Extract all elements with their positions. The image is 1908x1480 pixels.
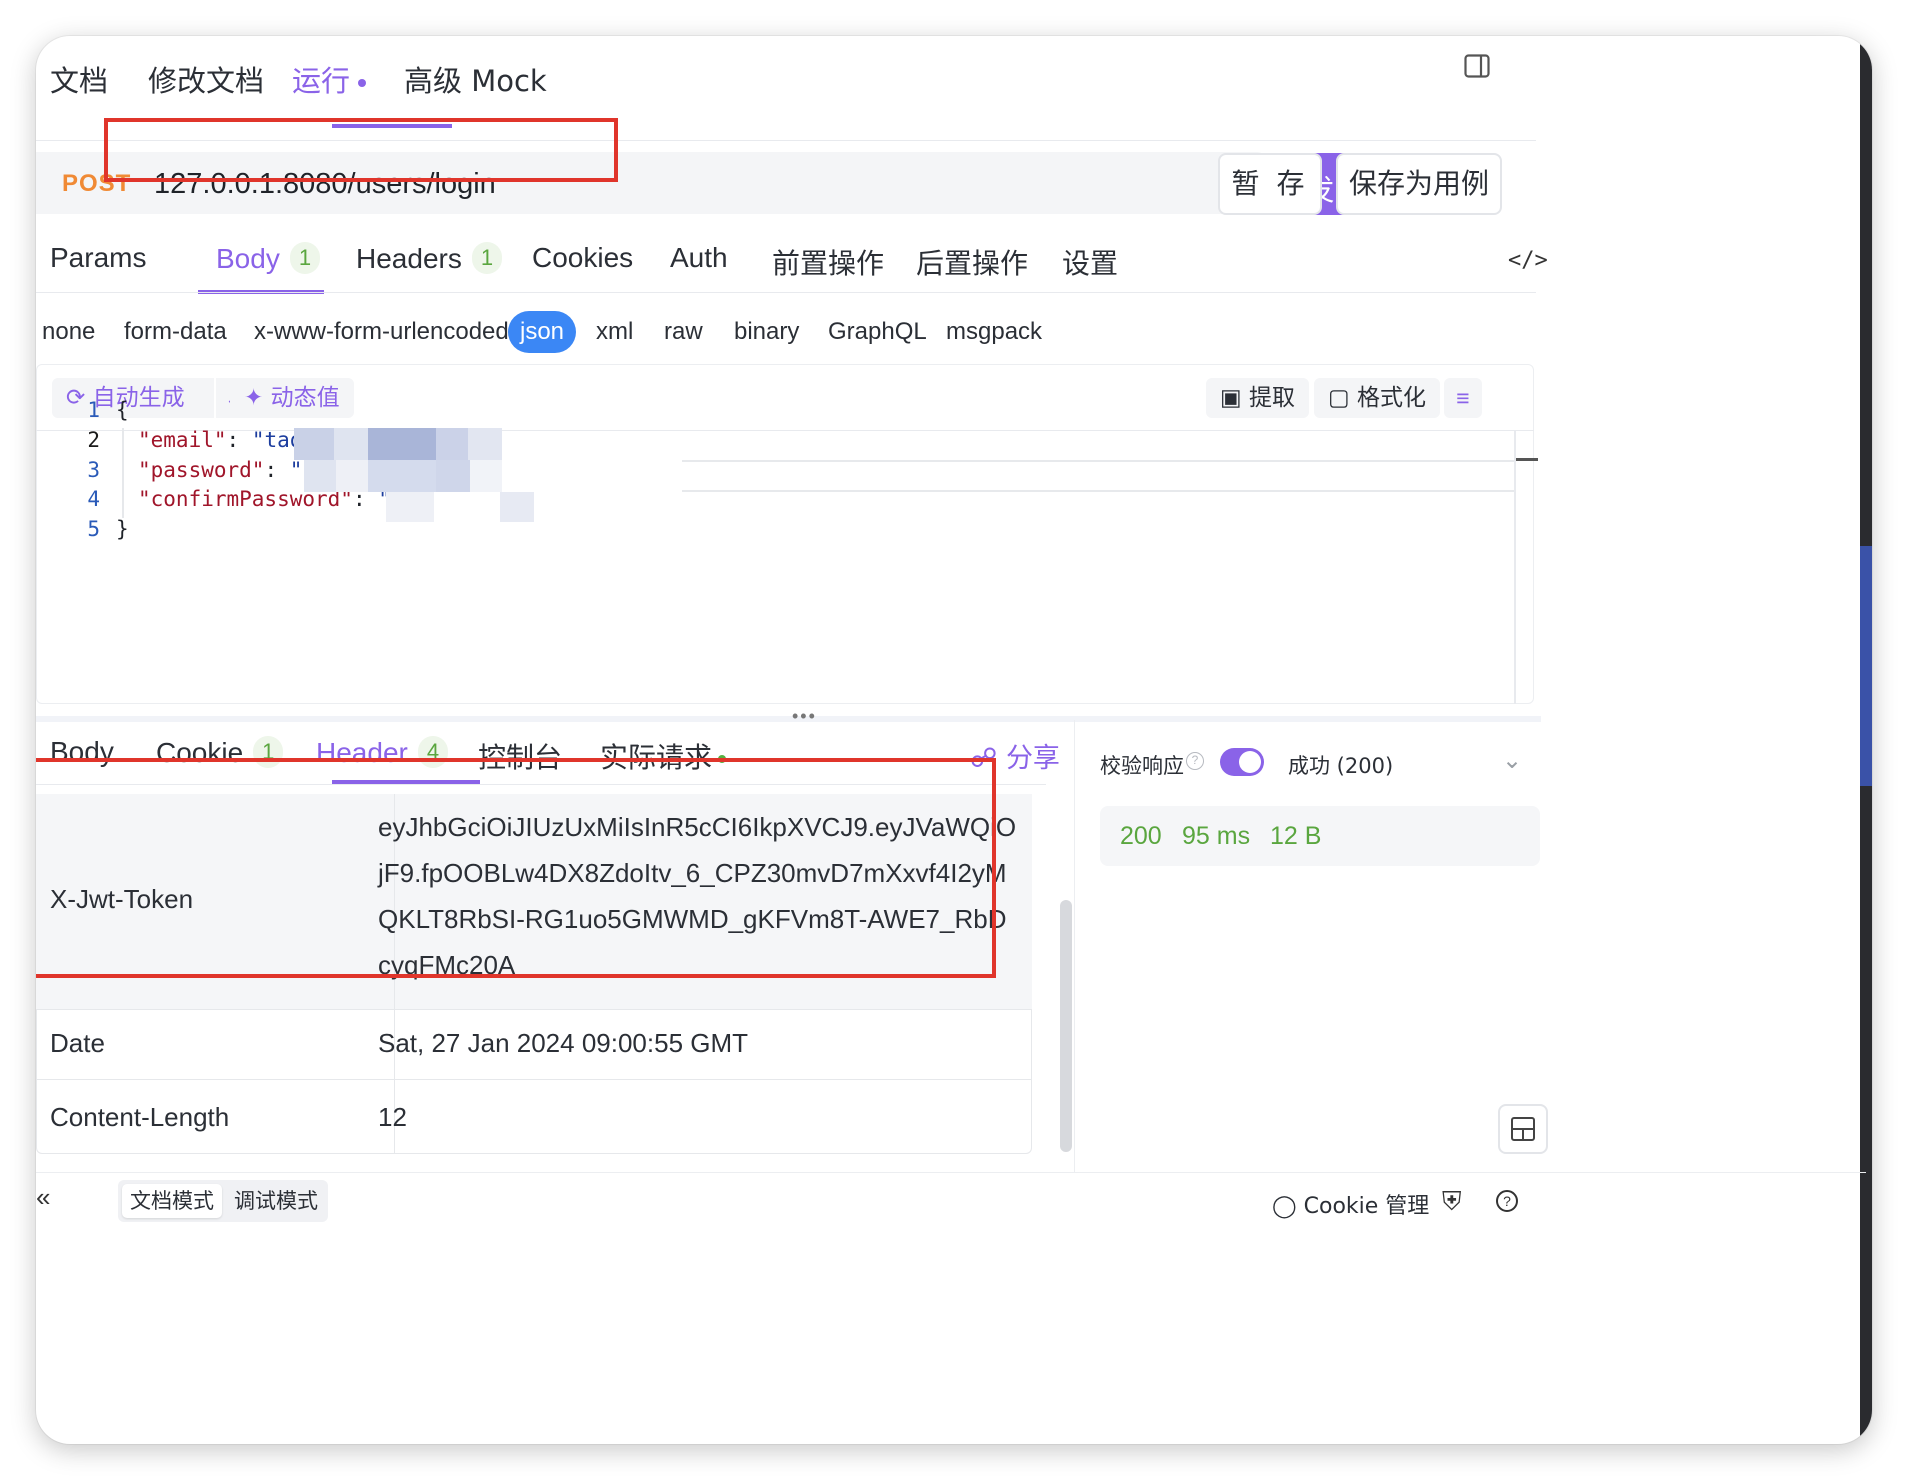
current-line-highlight <box>682 460 1516 492</box>
body-type-msgpack[interactable]: msgpack <box>946 318 1042 346</box>
count-badge: 1 <box>471 242 503 274</box>
tab-edit-docs[interactable]: 修改文档 <box>148 58 264 100</box>
header-value: 12 <box>378 1102 407 1132</box>
response-status-bar: 200 95 ms 12 B <box>1100 806 1540 866</box>
validate-result[interactable]: 成功 (200) <box>1288 750 1393 780</box>
api-client-window: 文档 修改文档 运行 高级 Mock POST 127.0.0.1:8080/u… <box>36 36 1872 1444</box>
background-window-strip <box>1860 36 1872 1444</box>
cookie-icon: ◯ <box>1272 1194 1297 1219</box>
code-line-email: "email": "tao <box>138 428 302 452</box>
shirt-icon[interactable]: ⛨ <box>1442 1186 1462 1218</box>
scroll-thumb[interactable] <box>1516 458 1538 461</box>
share-label: 分享 <box>1005 743 1060 774</box>
line-number: 5 <box>87 517 100 541</box>
body-type-binary[interactable]: binary <box>734 318 799 346</box>
json-sep: : <box>264 458 290 482</box>
wrap-lines-icon[interactable]: ≡ <box>1444 378 1482 418</box>
body-type-raw[interactable]: raw <box>664 318 703 346</box>
extract-icon: ▣ <box>1220 385 1242 411</box>
tab-settings[interactable]: 设置 <box>1062 242 1118 282</box>
highlight-box-token <box>36 758 996 978</box>
format-icon: ▢ <box>1328 385 1350 411</box>
tab-headers-label: Headers <box>356 243 462 274</box>
panel-divider <box>1074 720 1075 1172</box>
tab-body[interactable]: Body 1 <box>216 242 321 275</box>
resize-grip-icon[interactable]: ••• <box>792 706 817 727</box>
format-label: 格式化 <box>1357 385 1427 411</box>
body-type-none[interactable]: none <box>42 318 95 346</box>
line-number: 1 <box>87 398 100 422</box>
indent-guide <box>122 428 124 518</box>
chevron-down-icon[interactable]: ⌄ <box>1502 746 1522 775</box>
json-key: "email" <box>138 428 227 452</box>
table-row: Content-Length 12 <box>36 1080 1032 1154</box>
body-type-form-data[interactable]: form-data <box>124 318 227 346</box>
help-circle-icon[interactable]: ? <box>1496 1190 1518 1212</box>
editor-scrollbar[interactable] <box>1514 430 1516 704</box>
save-as-case-button[interactable]: 保存为用例 <box>1336 153 1502 215</box>
body-type-urlencoded[interactable]: x-www-form-urlencoded <box>254 318 509 346</box>
debug-mode-button[interactable]: 调试模式 <box>226 1184 326 1218</box>
save-temp-button[interactable]: 暂 存 <box>1218 153 1322 215</box>
tab-headers[interactable]: Headers 1 <box>356 242 503 275</box>
table-row: Date Sat, 27 Jan 2024 09:00:55 GMT <box>36 1010 1032 1080</box>
unsaved-dot <box>358 79 367 87</box>
header-name: Date <box>50 1028 105 1058</box>
response-time: 95 ms <box>1182 822 1251 850</box>
header-name: Content-Length <box>50 1102 230 1132</box>
json-sep: : <box>226 428 252 452</box>
json-key: "password" <box>138 458 265 482</box>
code-line-password: "password": " <box>138 458 302 482</box>
tab-run[interactable]: 运行 <box>292 58 367 100</box>
collapse-sidebar-icon[interactable]: « <box>36 1182 50 1213</box>
tab-post-ops[interactable]: 后置操作 <box>916 242 1028 282</box>
line-number: 2 <box>87 428 100 452</box>
dynamic-value-label: 动态值 <box>270 385 340 411</box>
panel-toggle-icon[interactable] <box>1464 54 1490 78</box>
status-code: 200 <box>1120 822 1162 850</box>
tab-pre-ops[interactable]: 前置操作 <box>772 242 884 282</box>
body-type-graphql[interactable]: GraphQL <box>828 318 927 346</box>
code-close-brace: } <box>116 517 129 541</box>
highlight-box-url <box>104 118 618 182</box>
cookie-manage-button[interactable]: ◯ Cookie 管理 <box>1272 1188 1429 1220</box>
count-badge: 1 <box>289 242 321 274</box>
validate-toggle[interactable] <box>1220 748 1264 776</box>
code-view-icon[interactable]: </> <box>1508 248 1548 273</box>
tab-run-label: 运行 <box>292 64 351 98</box>
response-scrollbar[interactable] <box>1060 900 1072 1152</box>
auto-generate-label: 自动生成 <box>92 385 185 411</box>
tab-params[interactable]: Params <box>50 242 146 274</box>
layout-icon <box>1511 1117 1535 1141</box>
line-number: 4 <box>87 487 100 511</box>
validate-response-label: 校验响应 <box>1100 754 1184 778</box>
line-number: 3 <box>87 458 100 482</box>
magic-wand-icon: ✦ <box>244 385 264 411</box>
code-open-brace: { <box>116 398 129 422</box>
doc-mode-button[interactable]: 文档模式 <box>122 1184 222 1218</box>
tab-cookies[interactable]: Cookies <box>532 242 633 274</box>
dynamic-value-button[interactable]: ✦ 动态值 <box>230 378 354 418</box>
json-value: " <box>289 458 303 482</box>
tab-auth[interactable]: Auth <box>670 242 728 274</box>
layout-toggle-button[interactable] <box>1498 1104 1548 1154</box>
body-type-json[interactable]: json <box>508 311 577 353</box>
tab-docs[interactable]: 文档 <box>50 58 108 100</box>
header-value: Sat, 27 Jan 2024 09:00:55 GMT <box>378 1028 749 1058</box>
extract-label: 提取 <box>1249 385 1296 411</box>
help-icon[interactable]: ? <box>1186 752 1204 770</box>
divider <box>36 1172 1866 1173</box>
response-size: 12 B <box>1270 822 1322 850</box>
format-button[interactable]: ▢ 格式化 <box>1314 378 1441 418</box>
tab-advanced-mock[interactable]: 高级 Mock <box>404 58 547 100</box>
body-type-xml[interactable]: xml <box>596 318 633 346</box>
divider <box>36 292 1536 293</box>
tab-body-label: Body <box>216 243 280 274</box>
extract-button[interactable]: ▣ 提取 <box>1206 378 1310 418</box>
cookie-manage-label: Cookie 管理 <box>1303 1194 1430 1219</box>
panel-resize-bar[interactable] <box>36 716 1541 722</box>
